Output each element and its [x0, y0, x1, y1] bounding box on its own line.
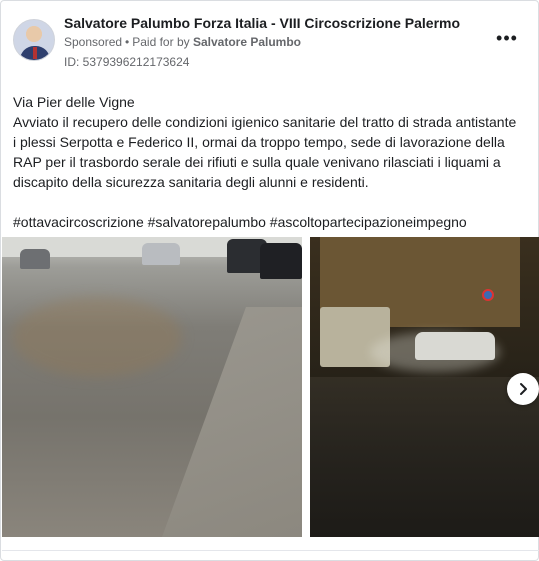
ad-card: Salvatore Palumbo Forza Italia - VIII Ci…	[0, 0, 539, 561]
footer-divider	[2, 550, 539, 551]
ad-id: ID: 5379396212173624	[64, 55, 190, 69]
wet-road	[310, 377, 539, 537]
carousel-image-street-day[interactable]	[2, 237, 302, 537]
chevron-right-icon	[520, 383, 527, 395]
avatar[interactable]	[13, 19, 55, 61]
parked-car	[260, 243, 302, 279]
avatar-tie	[33, 47, 37, 59]
road-stain	[12, 297, 182, 377]
carousel-image-street-night[interactable]	[310, 237, 539, 537]
hashtags[interactable]: #ottavacircoscrizione #salvatorepalumbo …	[13, 212, 528, 232]
sponsorship-line: Sponsored • Paid for by Salvatore Palumbo	[64, 35, 301, 49]
paid-for-by-name: Salvatore Palumbo	[192, 35, 302, 49]
street-sign	[482, 289, 494, 301]
post-text-line: i plessi Serpotta e Federico II, ormai d…	[13, 134, 505, 150]
post-header: Salvatore Palumbo Forza Italia - VIII Ci…	[13, 13, 528, 73]
carousel-next-button[interactable]	[507, 373, 539, 405]
sponsored-label: Sponsored	[64, 35, 123, 49]
more-options-icon[interactable]: •••	[496, 29, 518, 49]
post-text: Via Pier delle Vigne Avviato il recupero…	[13, 92, 523, 192]
sidewalk	[162, 307, 302, 537]
car	[415, 332, 495, 360]
parked-car	[20, 249, 50, 269]
post-text-line: Avviato il recupero delle condizioni igi…	[13, 114, 517, 130]
post-text-line: Via Pier delle Vigne	[13, 94, 135, 110]
separator-dot: •	[125, 35, 130, 49]
post-text-line: discapito della sicurezza sanitaria degl…	[13, 174, 369, 190]
page-name[interactable]: Salvatore Palumbo Forza Italia - VIII Ci…	[64, 15, 460, 31]
parked-car	[142, 243, 180, 265]
paid-for-by-prefix: Paid for by	[132, 35, 190, 49]
post-text-line: RAP per il trasbordo serale dei rifiuti …	[13, 154, 501, 170]
